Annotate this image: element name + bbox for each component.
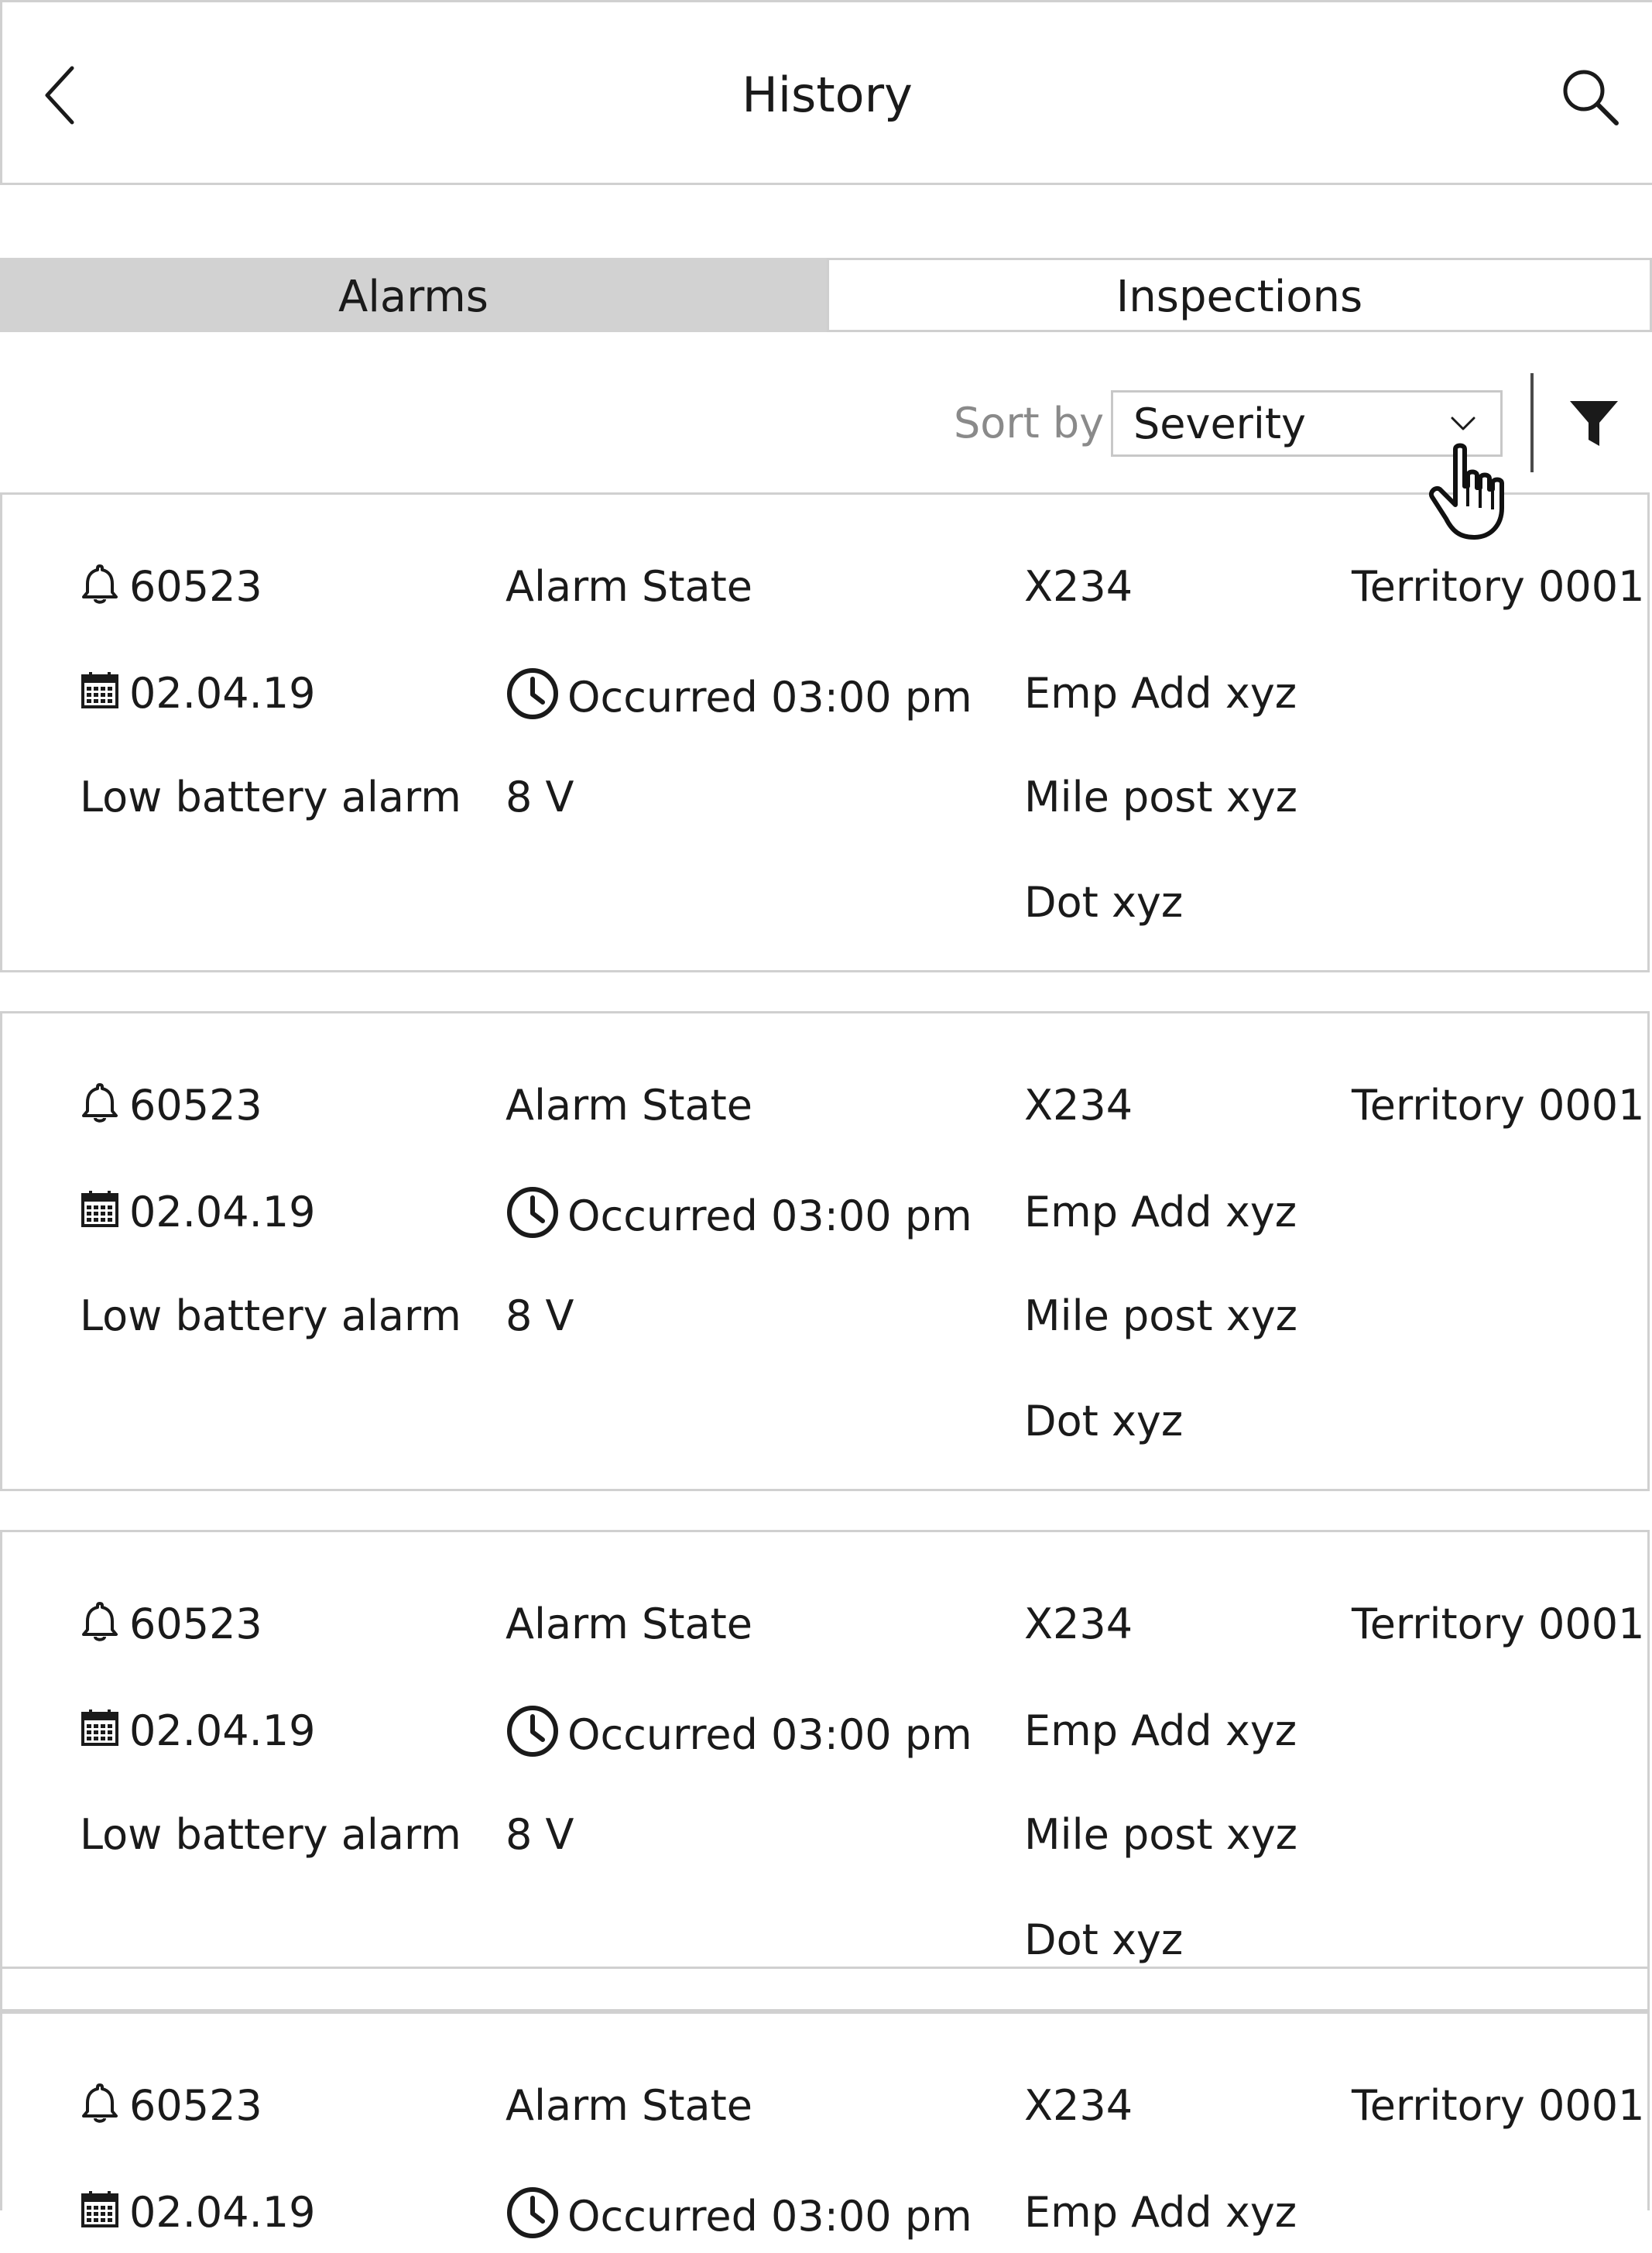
- voltage: 8 V: [506, 1291, 574, 1340]
- occurred-time-value: Occurred 03:00 pm: [567, 673, 972, 722]
- occurred-time-value: Occurred 03:00 pm: [567, 1710, 972, 1760]
- filter-icon: [1570, 401, 1618, 446]
- occurred-time-value: Occurred 03:00 pm: [567, 2192, 972, 2241]
- sort-bar: Sort by Severity: [0, 370, 1652, 475]
- alarm-date: 02.04.19: [78, 1185, 315, 1243]
- alarm-date-value: 02.04.19: [129, 1706, 316, 1755]
- divider: [1530, 373, 1534, 472]
- alarm-card[interactable]: 60523 Alarm State X234 Territory 0001 02.04.…: [0, 2011, 1650, 2241]
- alarm-id-value: 60523: [129, 1600, 262, 1648]
- alarm-code: X234: [1024, 1081, 1133, 1130]
- alarm-card[interactable]: 60523 Alarm State X234 Territory 0001 02.04.…: [0, 1530, 1650, 2010]
- calendar-icon: [78, 1706, 122, 1762]
- emp-add: Emp Add xyz: [1024, 1706, 1297, 1755]
- alarm-description: Low battery alarm: [80, 1810, 461, 1859]
- clock-icon: [506, 667, 560, 734]
- dot: Dot xyz: [1024, 1915, 1184, 1964]
- alarm-id: 60523: [78, 1597, 262, 1655]
- dot: Dot xyz: [1024, 878, 1184, 927]
- hand-pointer-icon: [1429, 443, 1504, 540]
- voltage: 8 V: [506, 1810, 574, 1859]
- search-icon: [1563, 70, 1619, 125]
- clock-icon: [506, 1704, 560, 1771]
- tab-bar: Alarms Inspections: [0, 258, 1652, 337]
- alarm-description: Low battery alarm: [80, 1291, 461, 1340]
- mile-post: Mile post xyz: [1024, 1291, 1298, 1340]
- territory: Territory 0001: [1352, 1081, 1645, 1130]
- alarm-id-value: 60523: [129, 1081, 262, 1130]
- alarm-state: Alarm State: [506, 1600, 752, 1648]
- alarm-date-value: 02.04.19: [129, 1188, 316, 1236]
- occurred-time: Occurred 03:00 pm: [506, 667, 972, 734]
- alarm-id: 60523: [78, 1078, 262, 1137]
- occurred-time: Occurred 03:00 pm: [506, 1185, 972, 1253]
- clock-icon: [506, 2186, 560, 2253]
- mile-post: Mile post xyz: [1024, 1810, 1298, 1859]
- alarm-state: Alarm State: [506, 562, 752, 611]
- tab-alarms[interactable]: Alarms: [0, 258, 827, 332]
- calendar-icon: [78, 2187, 122, 2244]
- occurred-time: Occurred 03:00 pm: [506, 2186, 972, 2253]
- clock-icon: [506, 1185, 560, 1253]
- alarm-description: Low battery alarm: [80, 773, 461, 821]
- alarm-id-value: 60523: [129, 2081, 262, 2130]
- filter-button[interactable]: [1568, 398, 1619, 449]
- bell-icon: [78, 561, 122, 618]
- bell-icon: [78, 1599, 122, 1655]
- alarm-date-value: 02.04.19: [129, 2188, 316, 2237]
- voltage: 8 V: [506, 773, 574, 821]
- app-header: History: [0, 0, 1652, 185]
- chevron-down-icon: [1451, 417, 1475, 430]
- occurred-time: Occurred 03:00 pm: [506, 1704, 972, 1771]
- alarm-code: X234: [1024, 562, 1133, 611]
- alarm-code: X234: [1024, 2081, 1133, 2130]
- alarm-date: 02.04.19: [78, 667, 315, 725]
- territory: Territory 0001: [1352, 1600, 1645, 1648]
- page-title: History: [742, 67, 913, 123]
- alarm-id: 60523: [78, 560, 262, 618]
- bell-icon: [78, 1080, 122, 1137]
- sort-selected-value: Severity: [1133, 400, 1307, 448]
- alarm-id-value: 60523: [129, 562, 262, 611]
- emp-add: Emp Add xyz: [1024, 1188, 1297, 1236]
- calendar-icon: [78, 1187, 122, 1243]
- alarm-card[interactable]: 60523 Alarm State X234 Territory 0001 02.04.…: [0, 492, 1650, 972]
- calendar-icon: [78, 668, 122, 725]
- list-separator: [0, 1967, 1650, 2011]
- alarm-id: 60523: [78, 2079, 262, 2137]
- territory: Territory 0001: [1352, 562, 1645, 611]
- bell-icon: [78, 2080, 122, 2137]
- search-button[interactable]: [1559, 66, 1621, 128]
- alarm-code: X234: [1024, 1600, 1133, 1648]
- alarm-date-value: 02.04.19: [129, 669, 316, 718]
- sort-label: Sort by: [954, 399, 1105, 448]
- alarm-state: Alarm State: [506, 2081, 752, 2130]
- dot: Dot xyz: [1024, 1397, 1184, 1445]
- territory: Territory 0001: [1352, 2081, 1645, 2130]
- alarm-card[interactable]: 60523 Alarm State X234 Territory 0001 02.04.…: [0, 1011, 1650, 1491]
- occurred-time-value: Occurred 03:00 pm: [567, 1192, 972, 1241]
- alarm-date: 02.04.19: [78, 2186, 315, 2244]
- emp-add: Emp Add xyz: [1024, 2188, 1297, 2237]
- alarm-state: Alarm State: [506, 1081, 752, 1130]
- alarm-date: 02.04.19: [78, 1704, 315, 1762]
- tab-inspections[interactable]: Inspections: [827, 258, 1652, 332]
- mile-post: Mile post xyz: [1024, 773, 1298, 821]
- emp-add: Emp Add xyz: [1024, 669, 1297, 718]
